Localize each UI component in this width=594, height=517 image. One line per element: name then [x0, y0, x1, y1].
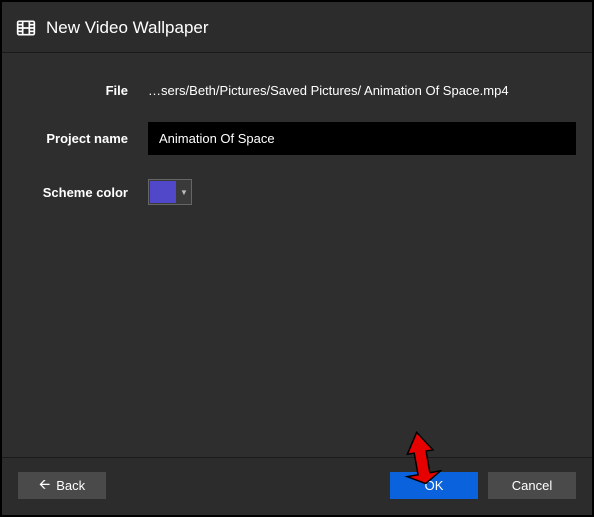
ok-button[interactable]: OK	[390, 472, 478, 499]
cancel-button[interactable]: Cancel	[488, 472, 576, 499]
chevron-down-icon: ▼	[177, 180, 191, 204]
cancel-button-label: Cancel	[512, 478, 552, 493]
ok-button-label: OK	[425, 478, 444, 493]
project-name-label: Project name	[18, 131, 148, 146]
file-label: File	[18, 83, 148, 98]
new-video-wallpaper-dialog: New Video Wallpaper File …sers/Beth/Pict…	[0, 0, 594, 517]
file-path-value: …sers/Beth/Pictures/Saved Pictures/ Anim…	[148, 83, 509, 98]
file-row: File …sers/Beth/Pictures/Saved Pictures/…	[18, 83, 576, 98]
scheme-color-label: Scheme color	[18, 185, 148, 200]
project-name-row: Project name	[18, 122, 576, 155]
dialog-header: New Video Wallpaper	[2, 2, 592, 53]
scheme-color-picker[interactable]: ▼	[148, 179, 192, 205]
dialog-footer: 🡨 Back OK Cancel	[2, 457, 592, 515]
arrow-left-icon: 🡨	[39, 474, 50, 498]
scheme-color-row: Scheme color ▼	[18, 179, 576, 205]
back-button[interactable]: 🡨 Back	[18, 472, 106, 499]
video-icon	[16, 18, 36, 38]
color-swatch	[150, 181, 176, 203]
dialog-content: File …sers/Beth/Pictures/Saved Pictures/…	[2, 53, 592, 457]
dialog-title: New Video Wallpaper	[46, 18, 209, 38]
back-button-label: Back	[56, 478, 85, 493]
project-name-input[interactable]	[148, 122, 576, 155]
